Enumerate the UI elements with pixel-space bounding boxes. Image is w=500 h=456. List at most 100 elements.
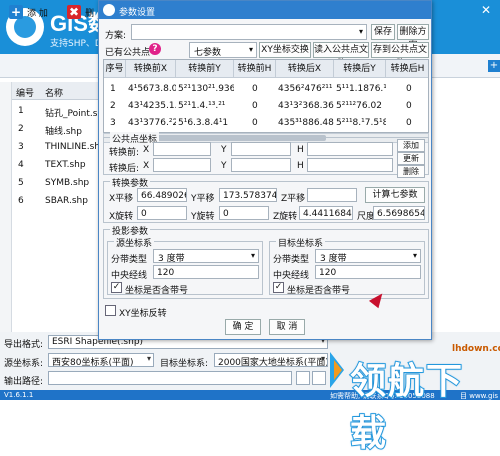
help-icon[interactable]: ? [149, 43, 161, 55]
cell: 435³¹886.48 [278, 118, 334, 128]
before-x-label: X [143, 145, 150, 155]
watermark-text: 领航下载 [349, 360, 465, 455]
before-x-input[interactable] [153, 142, 211, 156]
source-central-meridian-input[interactable]: 120 [153, 265, 259, 279]
z-rotate-label: Z旋转 [273, 212, 298, 222]
chevron-down-icon: ▾ [248, 45, 253, 54]
table-row[interactable]: 1 钻孔_Point.shp [12, 102, 109, 120]
column-header-name: 名称 [45, 89, 64, 99]
target-band-type-value: 3 度带 [320, 254, 347, 264]
import-points-button[interactable]: 读入公共点文件 [313, 42, 369, 69]
table-row[interactable]: 2 轴线.shp [12, 120, 98, 138]
parameter-settings-dialog: 参数设置 方案: ▾ 保存 删除方案 已有公共点 ? 七参数 ▾ XY坐标交换 … [98, 0, 432, 340]
source-include-band-checkbox[interactable]: ✓ [111, 282, 122, 293]
target-include-band-checkbox[interactable]: ✓ [273, 282, 284, 293]
x-rotate-label: X旋转 [109, 212, 134, 222]
table-row[interactable]: 6 SBAR.shp [12, 192, 98, 210]
row-name: SYMB.shp [45, 178, 90, 188]
cell: 5²¹1.4.¹³.²¹ [178, 101, 226, 111]
add-button[interactable]: + 添 加 [6, 3, 51, 21]
before-y-input[interactable] [231, 142, 291, 156]
cell: 0 [252, 84, 258, 94]
after-h-input[interactable] [307, 158, 393, 172]
z-translate-input[interactable] [307, 188, 357, 202]
remove-point-button[interactable]: 删除 [397, 165, 425, 178]
ok-button[interactable]: 确 定 [225, 319, 261, 335]
after-label: 转换后: [109, 164, 140, 174]
target-band-type-label: 分带类型 [273, 255, 310, 265]
y-rotate-input[interactable]: 0 [219, 206, 269, 220]
xy-reverse-checkbox[interactable] [105, 305, 116, 316]
row-no: 2 [18, 124, 24, 134]
before-h-input[interactable] [307, 142, 393, 156]
add-point-button[interactable]: 添加 [397, 139, 425, 152]
before-label: 转换前: [109, 148, 140, 158]
z-rotate-input[interactable]: 4.441168408 [299, 206, 353, 220]
save-scheme-button[interactable]: 保存 [371, 24, 395, 40]
cell: 5²¹¹8.¹7.5¹8 [336, 118, 386, 128]
target-band-type-select[interactable]: 3 度带 ▾ [315, 249, 421, 264]
row-name: THINLINE.shp [45, 142, 106, 152]
table-row[interactable]: 3 THINLINE.shp [12, 138, 106, 156]
export-format-label: 导出格式: [4, 340, 44, 350]
cell: 0 [406, 118, 412, 128]
delete-scheme-button[interactable]: 删除方案 [397, 24, 429, 51]
common-points-grid[interactable]: 序号 转换前X 转换前Y 转换前H 转换后X 转换后Y 转换后H 1 4¹567… [103, 59, 429, 133]
app-subtitle: 支持SHP、D [50, 39, 102, 49]
cell: 0 [406, 101, 412, 111]
param-mode-value: 七参数 [194, 48, 222, 58]
x-translate-input[interactable]: 66.48902602 [137, 188, 187, 202]
right-add-icon[interactable]: + [488, 60, 500, 72]
cell: 43¹3²368.368 [278, 101, 334, 111]
open-folder-icon[interactable] [312, 371, 326, 385]
column-header-no: 编号 [16, 89, 35, 99]
column-header: 转换后H [386, 60, 428, 78]
y-translate-input[interactable]: 173.5783745 [219, 188, 277, 202]
cancel-button[interactable]: 取 消 [269, 319, 305, 335]
target-crs-label: 目标坐标系: [160, 359, 209, 369]
delete-button[interactable]: ✖ 删 [64, 3, 97, 21]
after-y-input[interactable] [231, 158, 291, 172]
cell-no: 1 [110, 84, 116, 94]
z-translate-label: Z平移 [281, 194, 306, 204]
source-crs-select[interactable]: 西安80坐标系(平面) ▾ [48, 353, 154, 367]
column-header: 转换前H [234, 60, 276, 78]
cell: 5¹6.3.8.4¹1 [178, 118, 229, 128]
save-points-button[interactable]: 存到公共点文件 [371, 42, 429, 69]
app-close-icon[interactable]: ✕ [476, 2, 496, 18]
output-path-input[interactable] [48, 371, 292, 385]
xy-swap-button[interactable]: XY坐标交换 [259, 42, 311, 58]
target-crs-select[interactable]: 2000国家大地坐标系(平面) ▾ [214, 353, 328, 367]
after-x-input[interactable] [153, 158, 211, 172]
source-band-type-select[interactable]: 3 度带 ▾ [153, 249, 259, 264]
target-crs-group-title: 目标坐标系 [276, 236, 326, 249]
x-rotate-input[interactable]: 0 [137, 206, 187, 220]
cell: 5²¹130²¹.936 [178, 84, 234, 94]
chevron-down-icon: ▾ [358, 27, 363, 36]
table-row[interactable]: 5 SYMB.shp [12, 174, 98, 192]
table-row[interactable]: 4 TEXT.shp [12, 156, 98, 174]
browse-folder-icon[interactable] [296, 371, 310, 385]
chevron-down-icon: ▾ [250, 251, 255, 260]
scheme-select[interactable]: ▾ [131, 24, 367, 40]
cell: 43¹4235.1.1² [128, 101, 176, 111]
cell: 4356²476²¹¹ [278, 84, 333, 94]
chevron-down-icon: ▾ [320, 354, 325, 363]
row-no: 1 [18, 106, 24, 116]
cell: 5²¹¹²76.02 [336, 101, 382, 111]
x-translate-label: X平移 [109, 194, 134, 204]
row-no: 6 [18, 196, 24, 206]
row-no: 5 [18, 178, 24, 188]
param-mode-select[interactable]: 七参数 ▾ [189, 42, 257, 58]
compute-seven-params-button[interactable]: 计算七参数 [365, 187, 425, 203]
update-point-button[interactable]: 更新 [397, 152, 425, 165]
after-x-label: X [143, 161, 150, 171]
column-header: 序号 [104, 60, 126, 78]
target-central-meridian-input[interactable]: 120 [315, 265, 421, 279]
column-header: 转换前X [126, 60, 176, 78]
source-crs-group-title: 源坐标系 [114, 236, 155, 249]
add-icon: + [9, 5, 23, 19]
scale-input[interactable]: 6.569865401 [373, 206, 425, 220]
source-central-meridian-label: 中央经线 [111, 271, 148, 281]
cell: 0 [252, 101, 258, 111]
